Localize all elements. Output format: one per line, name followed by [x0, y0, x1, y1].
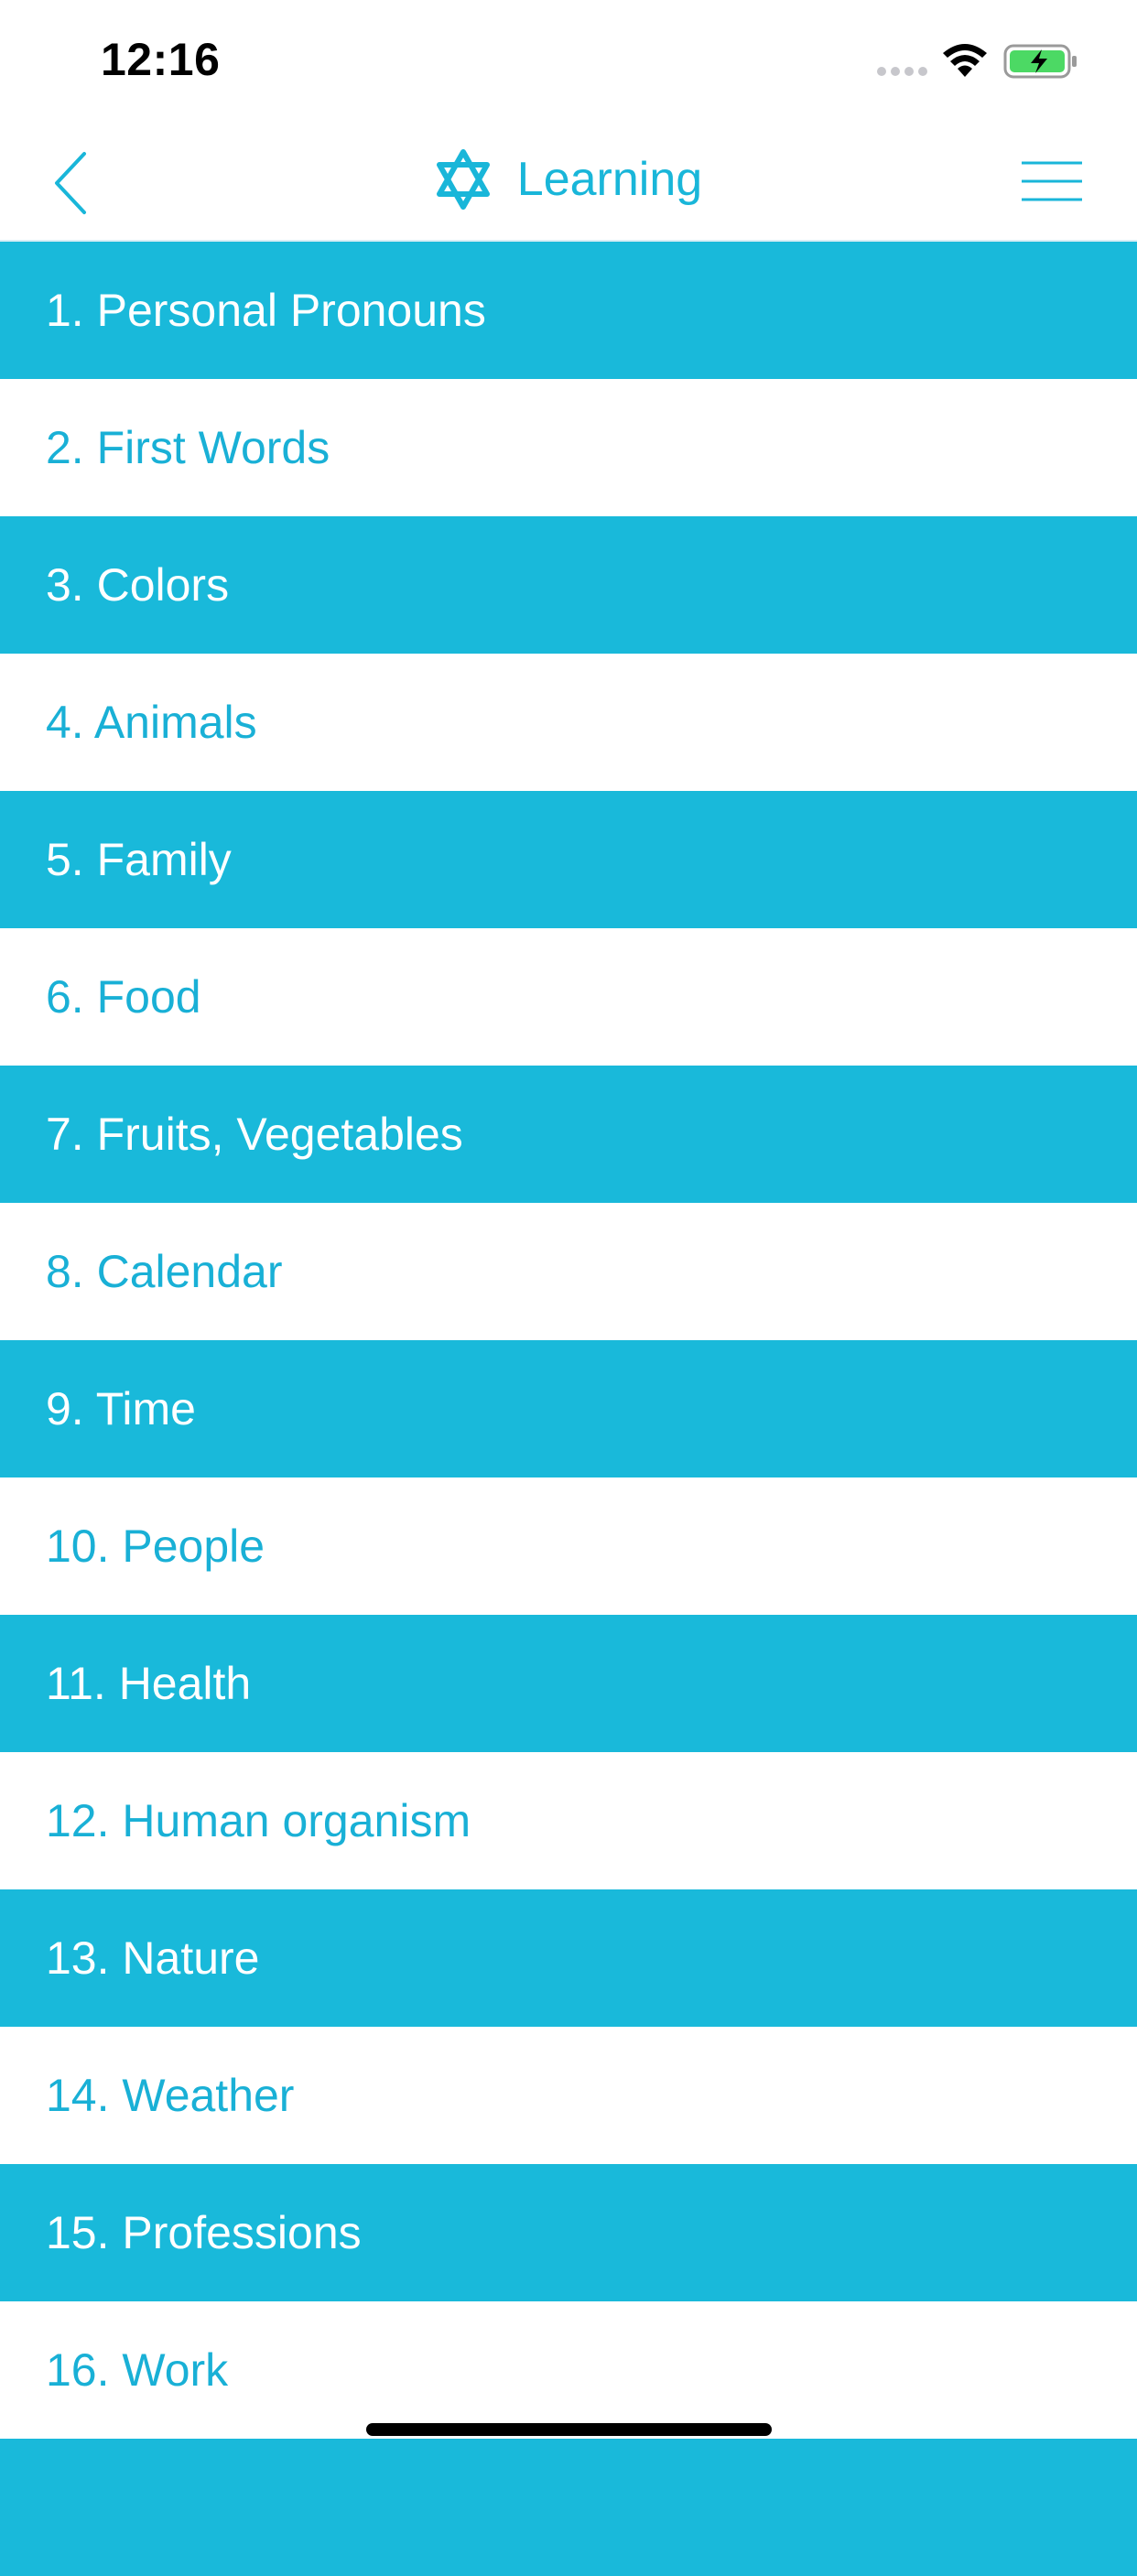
list-item[interactable]: 1. Personal Pronouns — [0, 242, 1137, 379]
list-item[interactable] — [0, 2439, 1137, 2576]
lesson-list: 1. Personal Pronouns 2. First Words 3. C… — [0, 242, 1137, 2576]
battery-charging-icon — [1003, 44, 1077, 79]
navigation-bar: Learning — [0, 119, 1137, 242]
list-item[interactable]: 7. Fruits, Vegetables — [0, 1066, 1137, 1203]
hamburger-menu-icon — [1022, 161, 1082, 201]
list-item[interactable]: 4. Animals — [0, 654, 1137, 791]
list-item[interactable]: 13. Nature — [0, 1889, 1137, 2027]
cellular-signal-icon — [877, 67, 927, 76]
home-indicator — [366, 2423, 772, 2436]
status-time: 12:16 — [101, 34, 221, 85]
list-item[interactable]: 9. Time — [0, 1340, 1137, 1477]
list-item[interactable]: 8. Calendar — [0, 1203, 1137, 1340]
page-title: Learning — [516, 153, 703, 206]
status-bar: 12:16 — [0, 0, 1137, 119]
list-item[interactable]: 6. Food — [0, 928, 1137, 1066]
nav-title-group: Learning — [0, 145, 1137, 214]
list-item[interactable]: 11. Health — [0, 1615, 1137, 1752]
list-item[interactable]: 3. Colors — [0, 516, 1137, 654]
wifi-icon — [943, 44, 987, 77]
list-item[interactable]: 2. First Words — [0, 379, 1137, 516]
list-item[interactable]: 14. Weather — [0, 2027, 1137, 2164]
list-item[interactable]: 16. Work — [0, 2301, 1137, 2439]
list-item[interactable]: 15. Professions — [0, 2164, 1137, 2301]
list-item[interactable]: 5. Family — [0, 791, 1137, 928]
star-of-david-icon — [436, 149, 490, 210]
list-item[interactable]: 12. Human organism — [0, 1752, 1137, 1889]
menu-button[interactable] — [1012, 156, 1086, 212]
list-item[interactable]: 10. People — [0, 1477, 1137, 1615]
